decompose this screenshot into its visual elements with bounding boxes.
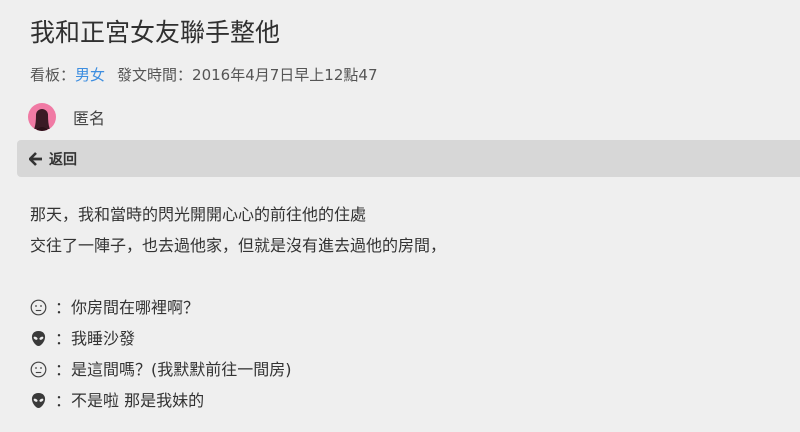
board-label: 看板： [30, 66, 76, 84]
post-time: 2016年4月7日早上12點47 [192, 66, 378, 84]
dialogue-line: ：是這間嗎？(我默默前往一間房) [30, 354, 446, 385]
back-label: 返回 [49, 151, 77, 168]
arrow-left-icon [29, 151, 42, 166]
author-name: 匿名 [73, 109, 106, 128]
content-line: 那天，我和當時的閃光開開心心的前往他的住處 [30, 205, 367, 224]
content-line: 交往了一陣子，也去過他家，但就是沒有進去過他的房間， [30, 236, 447, 255]
neutral-face-icon [30, 299, 47, 316]
dialogue-text: ：你房間在哪裡啊？ [55, 298, 200, 317]
time-label: 發文時間： [117, 66, 193, 84]
post-title: 我和正宮女友聯手整他 [30, 18, 281, 47]
dialogue-text: ：我睡沙發 [55, 329, 136, 348]
dialogue-line: ：我睡沙發 [30, 323, 446, 354]
dialogue-line: ：你房間在哪裡啊？ [30, 292, 446, 323]
back-button[interactable]: 返回 [17, 140, 800, 177]
avatar[interactable] [28, 103, 56, 131]
board-link[interactable]: 男女 [75, 66, 105, 84]
post-meta: 看板：男女 發文時間：2016年4月7日早上12點47 [30, 64, 377, 85]
alien-icon [31, 393, 46, 408]
author-row: 匿名 [28, 103, 105, 131]
alien-icon [31, 331, 46, 346]
female-avatar-icon [34, 109, 50, 131]
post-content: 那天，我和當時的閃光開開心心的前往他的住處 交往了一陣子，也去過他家，但就是沒有… [30, 199, 446, 416]
dialogue-line: ：不是啦 那是我妹的 [30, 385, 446, 416]
dialogue-text: ：不是啦 那是我妹的 [55, 391, 205, 410]
neutral-face-icon [30, 361, 47, 378]
dialogue-text: ：是這間嗎？(我默默前往一間房) [55, 360, 292, 379]
